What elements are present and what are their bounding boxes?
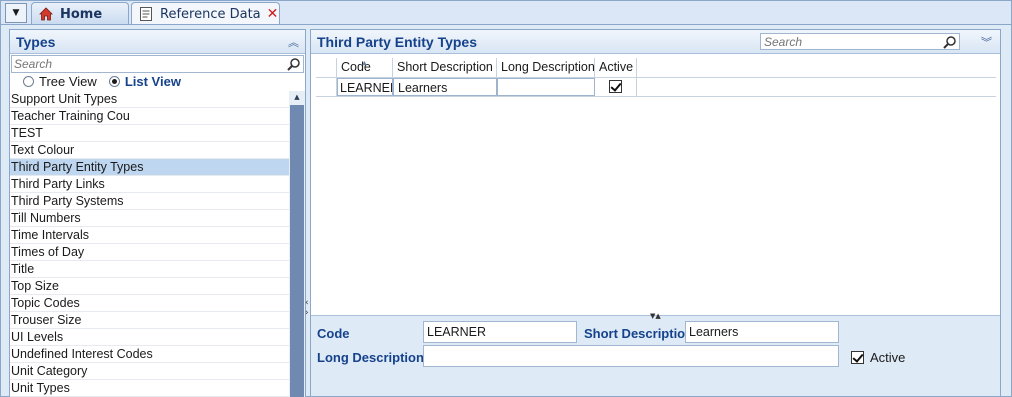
detail-pane: ▼▲ Code LEARNER Short Description Learne… <box>311 312 1000 396</box>
list-item[interactable]: Title <box>10 261 289 278</box>
list-item[interactable]: Time Intervals <box>10 227 289 244</box>
tab-menu-dropdown-icon[interactable]: ▼ <box>5 3 27 23</box>
home-icon <box>38 6 54 22</box>
short-description-field[interactable]: Learners <box>685 321 839 343</box>
list-item[interactable]: Trouser Size <box>10 312 289 329</box>
list-item[interactable]: Third Party Entity Types <box>10 159 289 176</box>
tab-home-label: Home <box>60 6 103 22</box>
code-label: Code <box>317 326 350 341</box>
column-header-code[interactable]: ▲ Code <box>337 58 393 77</box>
close-tab-icon[interactable]: ✕ <box>267 6 279 22</box>
types-list: Support Unit Types Teacher Training Cou TE… <box>10 91 289 397</box>
active-checkbox[interactable] <box>609 80 622 93</box>
entity-types-panel: Third Party Entity Types ︾ ▲ Code Short … <box>310 29 1001 397</box>
collapse-down-icon[interactable]: ︾ <box>981 34 992 50</box>
types-panel-header: Types ︽ <box>10 30 305 54</box>
list-view-label: List View <box>124 74 181 89</box>
collapse-up-icon[interactable]: ︽ <box>288 34 299 50</box>
entity-types-grid: ▲ Code Short Description Long Descriptio… <box>316 58 996 97</box>
pane-resize-handle-icon[interactable]: ▼▲ <box>650 312 661 320</box>
document-icon <box>138 6 154 22</box>
active-detail-checkbox[interactable] <box>851 351 864 364</box>
grid-header-row: ▲ Code Short Description Long Descriptio… <box>316 58 996 78</box>
tree-view-label: Tree View <box>39 74 97 89</box>
list-item[interactable]: Top Size <box>10 278 289 295</box>
list-item[interactable]: Times of Day <box>10 244 289 261</box>
grid-search-input[interactable] <box>761 34 959 49</box>
column-header-active[interactable]: Active <box>595 58 637 77</box>
types-list-scrollbar[interactable]: ▲ <box>289 91 305 397</box>
short-description-label: Short Description <box>584 326 694 341</box>
list-item[interactable]: Third Party Systems <box>10 193 289 210</box>
entity-types-panel-title: Third Party Entity Types <box>317 33 477 50</box>
tree-view-radio-button[interactable] <box>23 76 34 87</box>
tab-reference-data-label: Reference Data <box>160 6 261 22</box>
tab-home[interactable]: Home <box>31 2 129 25</box>
sort-ascending-icon: ▲ <box>361 60 368 67</box>
column-header-long-description[interactable]: Long Description <box>497 58 595 77</box>
list-view-radio[interactable]: List View <box>108 74 181 89</box>
list-item[interactable]: Undefined Interest Codes <box>10 346 289 363</box>
cell-long-description[interactable] <box>497 78 595 96</box>
active-toggle[interactable]: Active <box>851 350 905 365</box>
cell-active[interactable] <box>595 78 637 96</box>
list-item[interactable]: Third Party Links <box>10 176 289 193</box>
list-item[interactable]: Support Unit Types <box>10 91 289 108</box>
tab-reference-data[interactable]: Reference Data ✕ <box>131 2 280 25</box>
active-label: Active <box>870 350 906 365</box>
scrollbar-thumb[interactable] <box>290 105 304 397</box>
list-item[interactable]: TEST <box>10 125 289 142</box>
list-item[interactable]: Text Colour <box>10 142 289 159</box>
types-panel: Types ︽ Tree View List View Support Unit… <box>9 29 306 397</box>
list-item[interactable]: Topic Codes <box>10 295 289 312</box>
long-description-label: Long Description <box>317 350 424 365</box>
panel-splitter-icon[interactable]: ‹ › <box>305 298 309 318</box>
code-field[interactable]: LEARNER <box>423 321 577 343</box>
row-selector[interactable] <box>316 78 337 96</box>
tab-strip: ▼ Home Reference Data ✕ <box>0 0 1012 25</box>
search-icon[interactable] <box>287 57 301 71</box>
tree-view-radio[interactable]: Tree View <box>23 74 97 89</box>
types-search-input[interactable] <box>12 56 303 72</box>
long-description-field[interactable] <box>423 345 839 367</box>
view-mode-selector: Tree View List View <box>10 73 305 90</box>
scroll-up-icon[interactable]: ▲ <box>289 91 305 103</box>
list-item[interactable]: Teacher Training Cou <box>10 108 289 125</box>
search-icon[interactable] <box>943 35 957 49</box>
cell-code[interactable]: LEARNER <box>337 78 393 96</box>
grid-search-box <box>760 33 960 50</box>
list-item[interactable]: Unit Category <box>10 363 289 380</box>
column-header-short-description[interactable]: Short Description <box>393 58 497 77</box>
cell-short-description[interactable]: Learners <box>393 78 497 96</box>
types-search-box <box>11 55 304 73</box>
list-item[interactable]: Till Numbers <box>10 210 289 227</box>
table-row[interactable]: LEARNER Learners <box>316 78 996 97</box>
list-item[interactable]: Unit Types <box>10 380 289 397</box>
row-selector-header <box>316 58 337 77</box>
types-panel-title: Types <box>16 33 56 50</box>
list-item[interactable]: UI Levels <box>10 329 289 346</box>
list-view-radio-button[interactable] <box>108 76 120 87</box>
